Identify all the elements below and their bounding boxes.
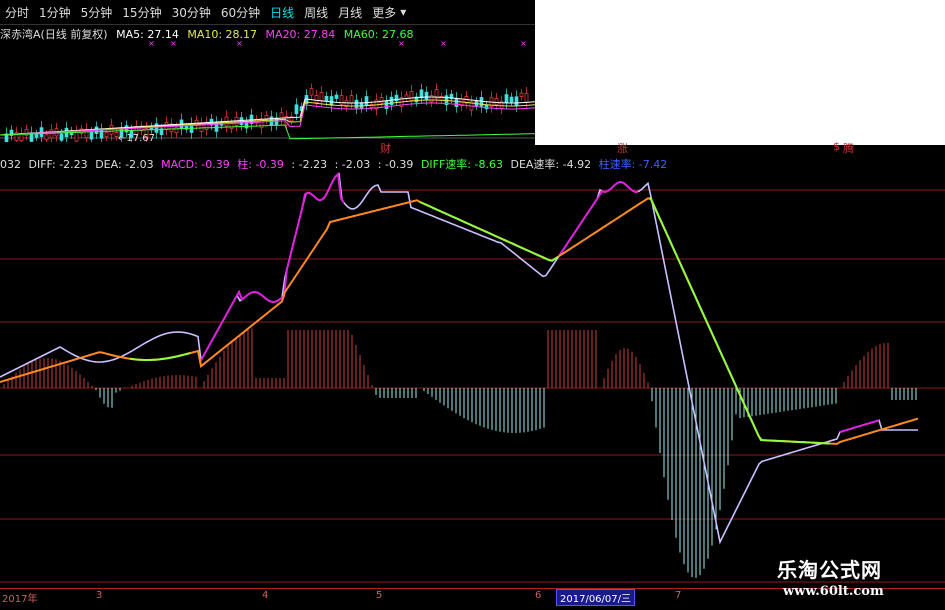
selected-date[interactable]: 2017/06/07/三	[556, 589, 636, 606]
event-mark-teng[interactable]: 腾	[843, 140, 854, 156]
candle	[329, 96, 334, 106]
candle	[314, 95, 319, 103]
tab-7[interactable]: 周线	[299, 4, 333, 21]
candle	[519, 92, 524, 98]
time-label-7: 7	[675, 590, 682, 601]
time-label-4: 4	[262, 590, 269, 601]
candle	[504, 94, 509, 104]
candle	[524, 93, 529, 103]
event-mark-dollar[interactable]: $	[833, 140, 840, 153]
dea-label: DEA: -2.03	[95, 158, 154, 171]
watermark-title: 乐淘公式网	[777, 558, 882, 582]
diff-label: DIFF: -2.23	[28, 158, 88, 171]
candle	[319, 92, 324, 101]
tab-1[interactable]: 1分钟	[34, 4, 76, 21]
candle	[89, 131, 94, 140]
candle	[384, 100, 389, 110]
candle	[379, 97, 384, 104]
tab-2[interactable]: 5分钟	[76, 4, 118, 21]
value-2: : -2.03	[334, 158, 371, 171]
candle	[364, 96, 369, 106]
event-marks-row: 财 涨 $ 腾	[0, 140, 945, 156]
candle	[509, 96, 514, 103]
blank-region	[535, 0, 945, 145]
dea-speed-label: DEA速率: -4.92	[510, 158, 592, 171]
diff-line	[0, 172, 918, 545]
candle	[494, 97, 499, 106]
tab-6[interactable]: 日线	[265, 4, 299, 21]
candle	[424, 91, 429, 100]
event-mark-cai[interactable]: 财	[380, 140, 391, 156]
diff-line-rising	[199, 172, 345, 363]
zhu-speed-label: 柱速率: -7.42	[598, 158, 668, 171]
value-3: : -0.39	[377, 158, 414, 171]
period-tab-bar: 分时 1分钟 5分钟 15分钟 30分钟 60分钟 日线 周线 月线 更多 ▾	[0, 0, 535, 25]
candle	[454, 97, 459, 107]
candle	[349, 95, 354, 104]
macd-chart[interactable]	[0, 172, 945, 588]
time-label-6: 6	[535, 590, 542, 601]
dea-line-falling	[419, 201, 559, 262]
more-dropdown-icon[interactable]: ▾	[395, 5, 411, 19]
price-panel: 分时 1分钟 5分钟 15分钟 30分钟 60分钟 日线 周线 月线 更多 ▾ 深赤湾A(日线 前复…	[0, 0, 535, 145]
tab-3[interactable]: 15分钟	[117, 4, 166, 21]
watermark: 乐淘公式网 www.60lt.com	[765, 552, 945, 608]
dea-line-falling	[129, 352, 191, 361]
signal-mark: ×	[170, 40, 177, 48]
zhu-label: 柱: -0.39	[237, 158, 284, 171]
macd-legend: 032 DIFF: -2.23 DEA: -2.03 MACD: -0.39 柱…	[0, 156, 945, 172]
tab-8[interactable]: 月线	[333, 4, 367, 21]
candle	[309, 88, 314, 96]
candle	[354, 99, 359, 109]
time-label-3: 3	[96, 590, 103, 601]
candle	[34, 133, 39, 138]
time-label-5: 5	[376, 590, 383, 601]
candle	[104, 131, 109, 138]
candle	[334, 94, 339, 99]
diff-speed-label: DIFF速率: -8.63	[420, 158, 503, 171]
value-1: : -2.23	[291, 158, 328, 171]
candle	[49, 129, 54, 139]
candle	[514, 96, 519, 107]
signal-mark: ×	[398, 40, 405, 48]
watermark-url: www.60lt.com	[783, 584, 884, 599]
signal-mark: ×	[440, 40, 447, 48]
candle	[154, 123, 159, 133]
macd-label: MACD: -0.39	[161, 158, 230, 171]
signal-mark: ×	[520, 40, 527, 48]
signal-mark: ×	[236, 40, 243, 48]
tab-0[interactable]: 分时	[0, 4, 34, 21]
ma60-line	[0, 124, 535, 140]
candle	[174, 126, 179, 134]
event-mark-zhang[interactable]: 涨	[617, 140, 628, 156]
candle	[294, 104, 299, 115]
candlestick-chart[interactable]: ←17.67× × × × × ×	[0, 40, 535, 142]
tab-4[interactable]: 30分钟	[167, 4, 216, 21]
tab-5[interactable]: 60分钟	[216, 4, 265, 21]
candle	[419, 89, 424, 99]
candle	[324, 95, 329, 102]
diff-line-rising	[839, 419, 880, 433]
signal-mark: ×	[148, 40, 155, 48]
candle	[229, 123, 234, 130]
candle	[479, 96, 484, 107]
time-label-2017: 2017年	[2, 594, 38, 605]
candle	[409, 91, 414, 101]
indicator-code: 032	[0, 158, 21, 171]
